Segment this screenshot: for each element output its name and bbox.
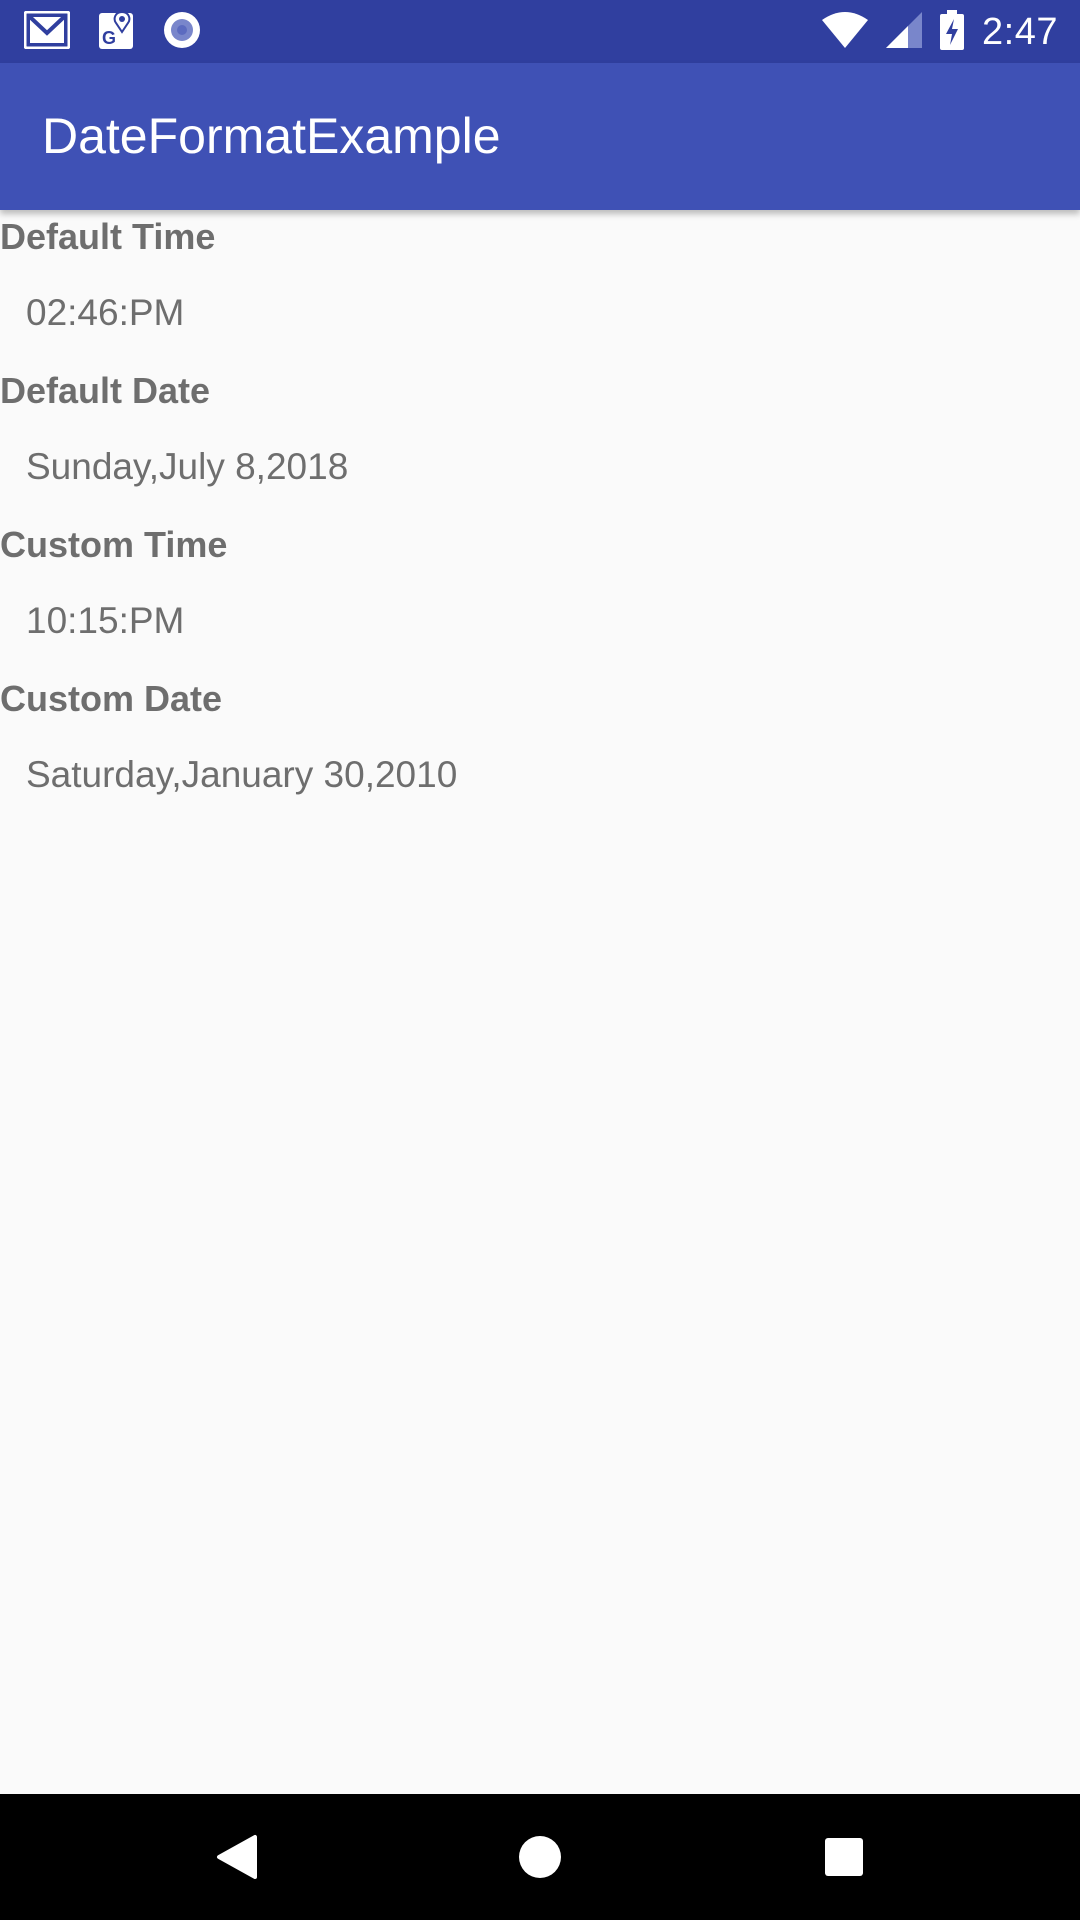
battery-charging-icon [940, 9, 965, 55]
field-custom-date: Custom Date Saturday,January 30,2010 [0, 672, 1080, 826]
app-title: DateFormatExample [42, 108, 501, 164]
home-icon [519, 1836, 561, 1878]
system-icons: 2:47 [822, 8, 1058, 56]
gmail-icon [23, 10, 71, 54]
field-default-time: Default Time 02:46:PM [0, 210, 1080, 364]
status-bar: G 2:47 [0, 0, 1080, 63]
svg-text:G: G [102, 28, 116, 48]
field-label: Default Time [0, 216, 216, 257]
field-label: Default Date [0, 370, 211, 411]
status-time: 2:47 [982, 10, 1058, 53]
notification-icons: G [23, 10, 202, 55]
navigation-bar [0, 1794, 1080, 1920]
maps-icon: G [98, 10, 134, 55]
field-value: 10:15:PM [26, 600, 185, 641]
recents-icon [825, 1838, 863, 1876]
field-value: Sunday,July 8,2018 [26, 446, 349, 487]
content-list: Default Time 02:46:PM Default Date Sunda… [0, 210, 1080, 826]
home-button[interactable] [460, 1794, 620, 1920]
field-value: Saturday,January 30,2010 [26, 754, 458, 795]
field-label: Custom Date [0, 678, 223, 719]
sync-circle-icon [162, 10, 202, 55]
app-bar: DateFormatExample [0, 63, 1080, 210]
recents-button[interactable] [764, 1794, 924, 1920]
screen: G 2:47 DateFormatExample Default Time 02… [0, 0, 1080, 1920]
field-label: Custom Time [0, 524, 228, 565]
signal-icon [886, 11, 923, 53]
back-icon [217, 1835, 257, 1879]
back-button[interactable] [157, 1794, 317, 1920]
wifi-icon [822, 11, 869, 53]
field-default-date: Default Date Sunday,July 8,2018 [0, 364, 1080, 518]
field-custom-time: Custom Time 10:15:PM [0, 518, 1080, 672]
field-value: 02:46:PM [26, 292, 185, 333]
